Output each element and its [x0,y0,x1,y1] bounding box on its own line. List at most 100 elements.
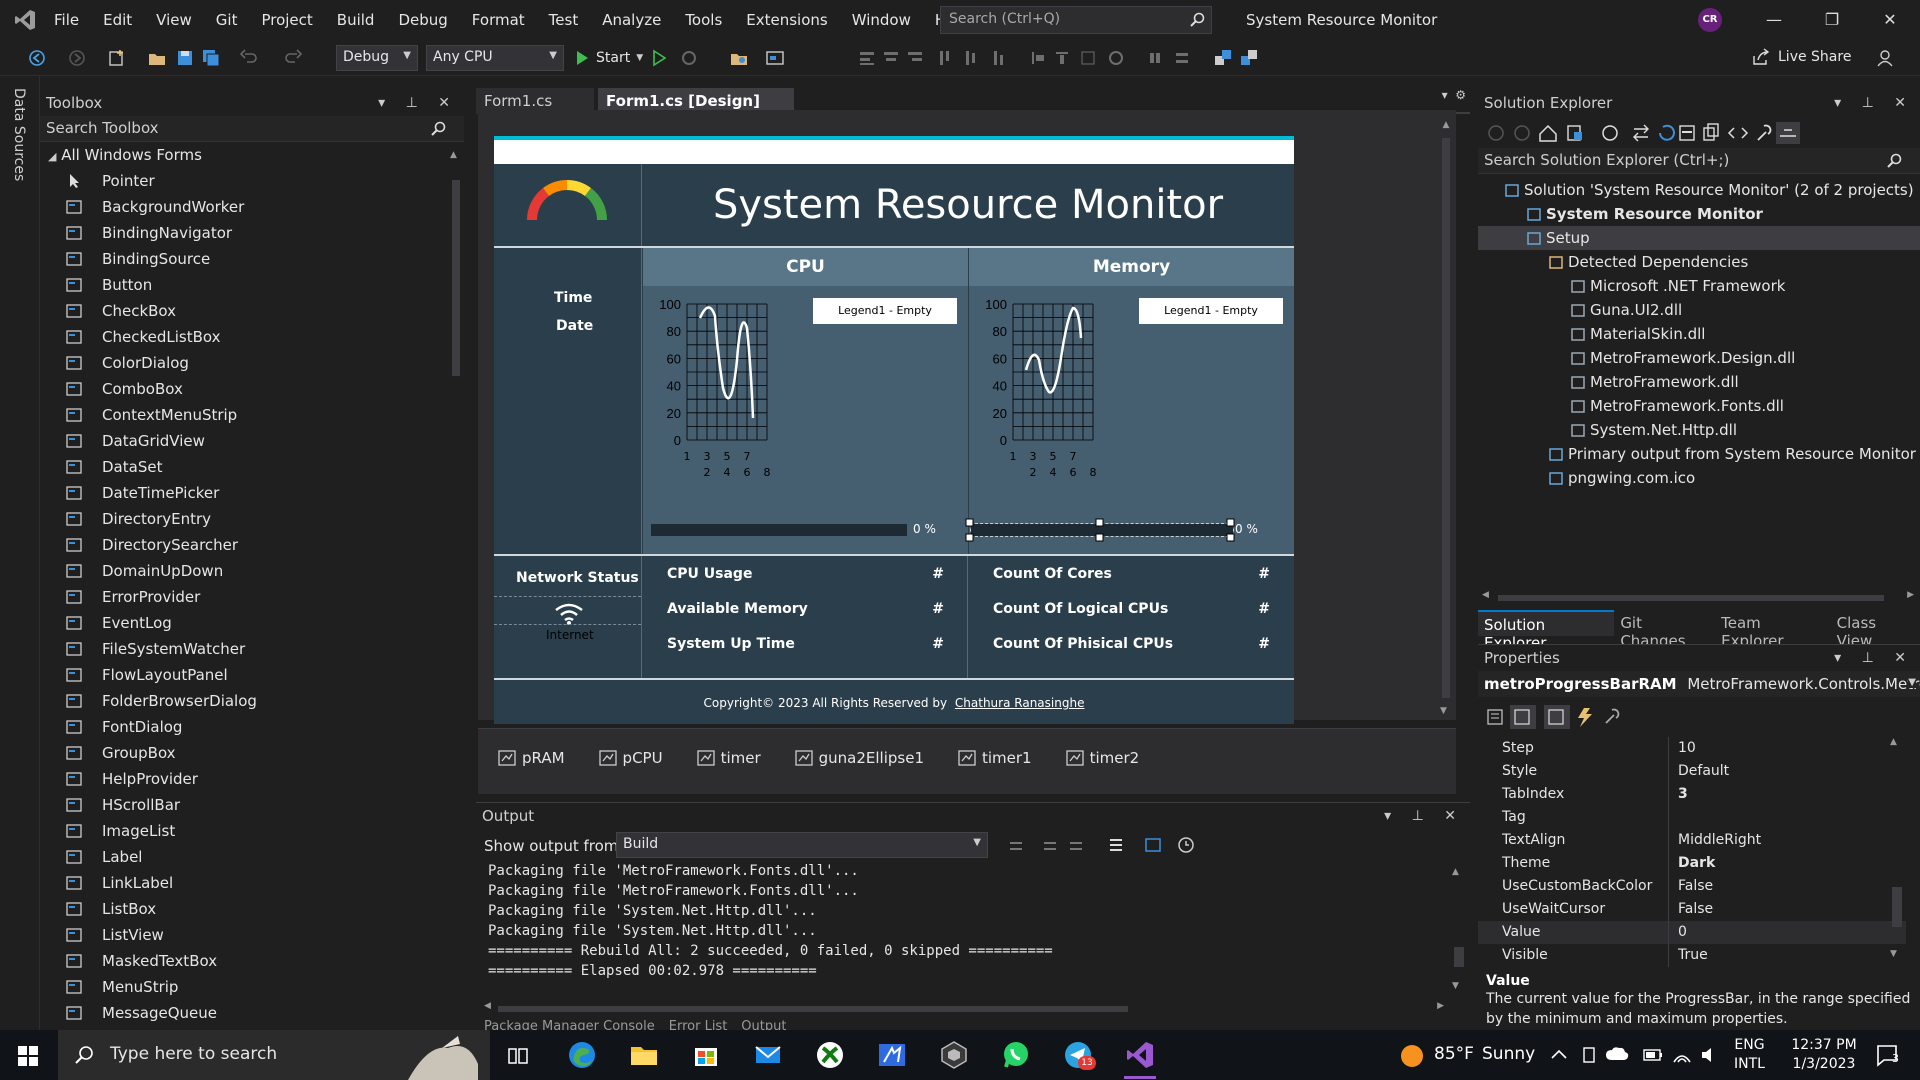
property-row[interactable]: UseWaitCursor False [1478,898,1906,921]
restore-button[interactable]: ❐ [1812,6,1852,34]
tray-component[interactable]: timer2 [1065,749,1139,767]
whatsapp-icon[interactable] [1000,1039,1032,1071]
search-input[interactable]: Search (Ctrl+Q) [940,6,1212,34]
account-avatar[interactable]: CR [1698,8,1722,32]
solution-tree-item[interactable]: Guna.UI2.dll [1478,298,1920,322]
solution-tree-item[interactable]: Setup [1478,226,1920,250]
toolbox-item[interactable]: FontDialog [40,714,464,740]
toolbox-item[interactable]: Pointer [40,168,464,194]
toolbox-item[interactable]: Label [40,844,464,870]
toolbox-item[interactable]: GroupBox [40,740,464,766]
property-row[interactable]: Step 10 [1478,737,1906,760]
send-to-back-icon[interactable] [1240,49,1258,67]
tray-component[interactable]: pRAM [498,749,565,767]
toolbox-item[interactable]: ListBox [40,896,464,922]
output-vertical-scrollbar[interactable]: ▲ ▼ [1452,867,1466,997]
visual-studio-taskbar-icon[interactable] [1124,1039,1156,1071]
toolbox-item[interactable]: FileSystemWatcher [40,636,464,662]
unity-icon[interactable] [938,1039,970,1071]
tray-component[interactable]: pCPU [598,749,663,767]
solution-tree-item[interactable]: MaterialSkin.dll [1478,322,1920,346]
toolbox-item[interactable]: MaskedTextBox [40,948,464,974]
toolbox-item[interactable]: ErrorProvider [40,584,464,610]
tray-component[interactable]: timer1 [958,749,1032,767]
solution-tree-item[interactable]: MetroFramework.Fonts.dll [1478,394,1920,418]
properties-object-select[interactable]: metroProgressBarRAM MetroFramework.Contr… [1478,671,1920,697]
menu-extensions[interactable]: Extensions [734,0,839,40]
close-button[interactable]: ✕ [1870,6,1910,34]
toolbox-item[interactable]: BindingSource [40,246,464,272]
property-value[interactable]: 10 [1678,737,1696,760]
weather-temperature[interactable]: 85°F [1434,1044,1474,1064]
menu-tools[interactable]: Tools [673,0,734,40]
new-project-icon[interactable] [108,49,126,67]
property-value[interactable]: Dark [1678,852,1715,875]
toolbox-item[interactable]: CheckBox [40,298,464,324]
tab-overflow-icons[interactable]: ▾ ⚙ [1442,88,1466,102]
property-value[interactable]: Default [1678,760,1729,783]
form-layout-icon[interactable] [766,49,784,67]
toolbox-item[interactable]: LinkLabel [40,870,464,896]
solution-explorer-search-input[interactable]: Search Solution Explorer (Ctrl+;) [1478,148,1920,174]
property-value[interactable]: False [1678,898,1713,921]
save-all-icon[interactable] [202,49,220,67]
solution-explorer-tab[interactable]: Team Explorer [1715,610,1831,650]
property-value[interactable]: 3 [1678,783,1688,806]
property-row[interactable]: Visible True [1478,944,1906,967]
menu-debug[interactable]: Debug [386,0,459,40]
open-folder-icon[interactable] [148,49,166,67]
live-share-button[interactable]: Live Share [1752,48,1851,66]
solution-tree-item[interactable]: Microsoft .NET Framework [1478,274,1920,298]
solution-tree-item[interactable]: pngwing.com.ico [1478,466,1920,490]
output-horizontal-scrollbar[interactable]: ◀ ▶ [484,1001,1444,1015]
toolbox-item[interactable]: EventLog [40,610,464,636]
input-language[interactable]: ENG INTL [1734,1036,1765,1074]
weather-condition[interactable]: Sunny [1482,1044,1535,1064]
layout-alignment-icons[interactable] [820,49,1220,67]
cpu-progress-bar[interactable] [651,524,907,536]
solution-explorer-tab[interactable]: Git Changes [1614,610,1715,650]
solution-platform-select[interactable]: Any CPU ▼ [426,45,564,71]
designer-vertical-scrollbar[interactable]: ▲ ▼ [1440,120,1452,720]
menu-build[interactable]: Build [325,0,387,40]
menu-project[interactable]: Project [249,0,324,40]
menu-view[interactable]: View [144,0,204,40]
properties-scrollbar[interactable]: ▲ ▼ [1890,737,1904,967]
output-text[interactable]: Packaging file 'MetroFramework.Fonts.dll… [476,861,1470,981]
toolbox-item[interactable]: DirectoryEntry [40,506,464,532]
mail-icon[interactable] [752,1039,784,1071]
properties-toolbar-icons[interactable] [1486,705,1646,729]
menu-git[interactable]: Git [204,0,250,40]
form1-window[interactable]: System Resource Monitor Time Date CPU 10… [494,136,1294,724]
author-link[interactable]: Chathura Ranasinghe [955,696,1085,710]
task-view-icon[interactable] [508,1046,528,1066]
bring-to-front-icon[interactable] [1214,49,1232,67]
solution-explorer-horizontal-scrollbar[interactable]: ◀ ▶ [1482,590,1914,604]
toolbox-item[interactable]: FolderBrowserDialog [40,688,464,714]
property-row[interactable]: UseCustomBackColor False [1478,875,1906,898]
taskbar-search-box[interactable]: Type here to search [58,1030,490,1080]
property-row[interactable]: TextAlign MiddleRight [1478,829,1906,852]
microsoft-store-icon[interactable] [690,1039,722,1071]
toolbox-item[interactable]: HScrollBar [40,792,464,818]
solution-tree-item[interactable]: Detected Dependencies [1478,250,1920,274]
form-designer-surface[interactable]: System Resource Monitor Time Date CPU 10… [478,110,1456,724]
toolbox-item[interactable]: ImageList [40,818,464,844]
menu-format[interactable]: Format [460,0,537,40]
toolbox-item[interactable]: Button [40,272,464,298]
solution-tree-item[interactable]: MetroFramework.dll [1478,370,1920,394]
toolbox-item[interactable]: HelpProvider [40,766,464,792]
selection-handles[interactable] [965,518,1237,542]
redo-icon[interactable] [284,49,302,67]
start-button[interactable]: Start ▼ [574,48,643,68]
property-row[interactable]: Tag [1478,806,1906,829]
toolbox-item[interactable]: DateTimePicker [40,480,464,506]
toolbox-item[interactable]: BackgroundWorker [40,194,464,220]
property-value[interactable]: 0 [1678,921,1687,944]
property-value[interactable]: MiddleRight [1678,829,1761,852]
tray-component[interactable]: guna2Ellipse1 [794,749,924,767]
menu-edit[interactable]: Edit [91,0,144,40]
solution-explorer-window-buttons[interactable]: ▾ ⊥ ✕ [1834,90,1914,116]
toolbox-item[interactable]: FlowLayoutPanel [40,662,464,688]
solution-explorer-tab[interactable]: Solution Explorer [1478,610,1615,652]
